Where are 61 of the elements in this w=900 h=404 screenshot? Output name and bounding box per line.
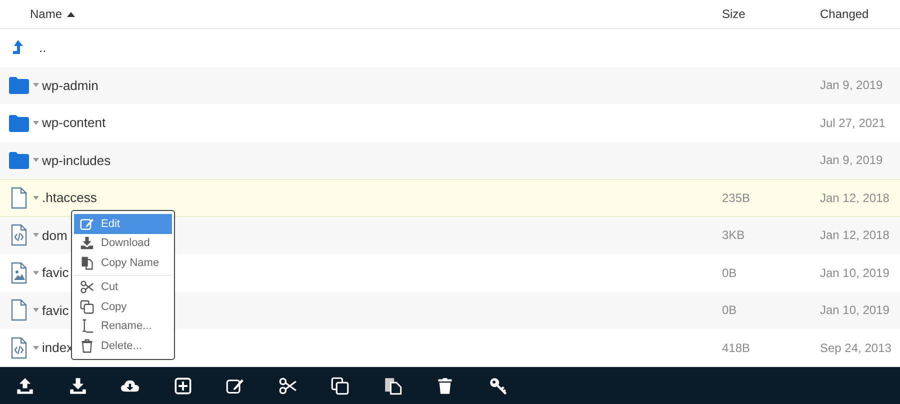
upload-icon[interactable] bbox=[16, 376, 34, 394]
caret-icon[interactable] bbox=[33, 196, 39, 200]
menu-item[interactable]: Download bbox=[74, 234, 172, 253]
file-date: Jan 12, 2018 bbox=[820, 228, 890, 242]
column-header[interactable]: Changed bbox=[820, 7, 869, 21]
menu-item[interactable]: Copy bbox=[74, 297, 172, 316]
copy-icon bbox=[80, 256, 94, 270]
trash-icon bbox=[80, 338, 94, 353]
code-file-icon bbox=[9, 336, 29, 359]
caret-icon[interactable] bbox=[33, 158, 39, 162]
file-name[interactable]: favic bbox=[42, 265, 69, 280]
file-size: 3KB bbox=[722, 228, 745, 242]
copy-icon[interactable] bbox=[331, 376, 349, 394]
file-name[interactable]: wp-content bbox=[42, 115, 106, 130]
file-name[interactable]: .htaccess bbox=[42, 190, 97, 206]
column-header[interactable]: Size bbox=[722, 7, 746, 21]
file-size: 235B bbox=[722, 190, 750, 205]
folder-icon bbox=[9, 149, 29, 172]
folder-icon bbox=[9, 74, 29, 96]
key-icon[interactable] bbox=[488, 376, 506, 394]
caret-icon[interactable] bbox=[33, 83, 39, 88]
caret-icon[interactable] bbox=[33, 270, 39, 275]
paste-icon[interactable] bbox=[384, 376, 402, 394]
file-name[interactable]: wp-admin bbox=[42, 78, 98, 93]
file-date: Jan 10, 2019 bbox=[820, 303, 890, 318]
code-file-icon bbox=[9, 224, 29, 246]
menu-item[interactable]: Cut bbox=[74, 278, 172, 297]
file-icon bbox=[9, 299, 29, 322]
caret-icon[interactable] bbox=[33, 308, 39, 312]
menu-item[interactable]: Copy Name bbox=[74, 253, 172, 272]
file-name[interactable]: favic bbox=[42, 302, 69, 318]
edit-icon[interactable] bbox=[226, 376, 244, 394]
file-date: Jan 9, 2019 bbox=[820, 78, 883, 92]
trash-icon[interactable] bbox=[436, 376, 454, 394]
image-file-icon bbox=[9, 262, 29, 284]
file-size: 0B bbox=[722, 303, 737, 318]
file-name[interactable]: dom bbox=[42, 228, 68, 243]
menu-item[interactable]: Rename... bbox=[74, 316, 172, 336]
edit-icon bbox=[80, 216, 94, 231]
file-date: Jul 27, 2021 bbox=[820, 116, 886, 130]
file-name[interactable]: wp-includes bbox=[42, 152, 111, 168]
file-date: Jan 12, 2018 bbox=[820, 190, 890, 205]
download-icon bbox=[80, 236, 94, 250]
caret-icon[interactable] bbox=[33, 346, 39, 350]
column-header[interactable]: Name bbox=[30, 7, 62, 21]
file-date: Sep 24, 2013 bbox=[820, 340, 892, 355]
file-name[interactable]: .. bbox=[39, 40, 46, 56]
file-size: 418B bbox=[722, 340, 750, 355]
file-icon bbox=[9, 186, 29, 209]
file-date: Jan 9, 2019 bbox=[820, 153, 883, 168]
copy-icon bbox=[80, 300, 94, 314]
file-size: 0B bbox=[722, 266, 737, 280]
caret-icon[interactable] bbox=[33, 233, 39, 238]
menu-item[interactable]: Delete... bbox=[74, 336, 172, 356]
file-date: Jan 10, 2019 bbox=[820, 266, 890, 280]
scissors-icon[interactable] bbox=[278, 376, 296, 394]
text-cursor-icon bbox=[80, 319, 94, 334]
caret-icon[interactable] bbox=[33, 120, 39, 125]
scissors-icon bbox=[80, 280, 94, 294]
plus-square-icon[interactable] bbox=[174, 376, 192, 394]
download-icon[interactable] bbox=[68, 376, 86, 394]
